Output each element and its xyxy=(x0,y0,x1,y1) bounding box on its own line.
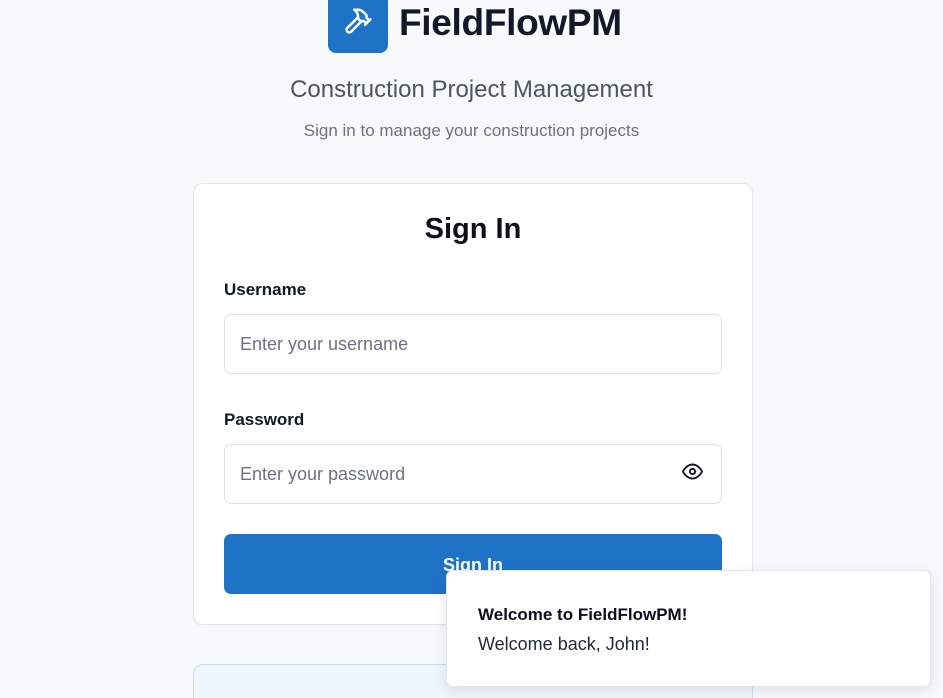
password-label: Password xyxy=(224,410,305,429)
toast-message: Welcome back, John! xyxy=(478,634,650,654)
sign-in-title: Sign In xyxy=(424,213,522,245)
welcome-toast[interactable]: Welcome to FieldFlowPM! Welcome back, Jo… xyxy=(446,570,931,687)
page-tagline: Sign in to manage your construction proj… xyxy=(303,121,640,140)
page-subtitle: Construction Project Management xyxy=(290,76,653,103)
username-label: Username xyxy=(224,280,307,299)
login-page: FieldFlowPM Construction Project Managem… xyxy=(0,0,943,698)
password-input[interactable] xyxy=(224,444,722,504)
brand-name: FieldFlowPM xyxy=(399,2,622,43)
sign-in-card: Sign In Username Password Sign In xyxy=(193,183,753,625)
brand-logo xyxy=(328,0,388,53)
brand-header: FieldFlowPM xyxy=(328,0,622,53)
hammer-icon xyxy=(343,6,373,41)
username-input[interactable] xyxy=(224,314,722,374)
eye-icon xyxy=(681,461,703,487)
toast-title: Welcome to FieldFlowPM! xyxy=(478,605,688,624)
password-visibility-toggle[interactable] xyxy=(678,462,706,486)
